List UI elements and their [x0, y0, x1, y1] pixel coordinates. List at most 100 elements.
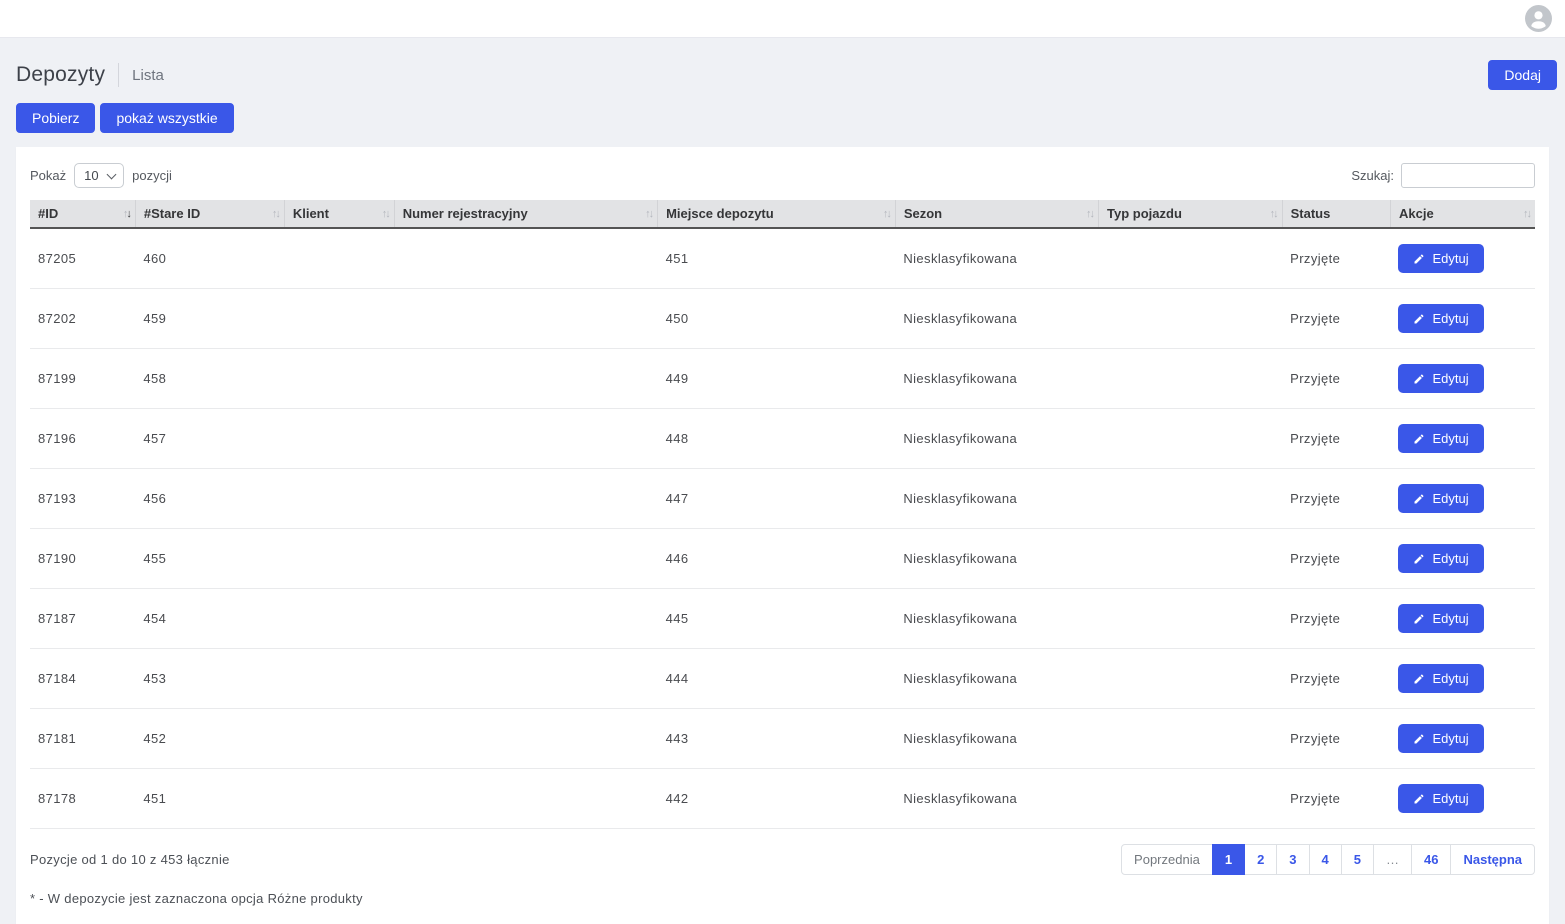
- cell-typ_pojazdu: [1099, 769, 1283, 829]
- cell-id: 87190: [30, 529, 135, 589]
- table-row: 87205460451NiesklasyfikowanaPrzyjęteEdyt…: [30, 228, 1535, 289]
- pagination-ellipsis: …: [1373, 844, 1412, 875]
- cell-stare_id: 458: [135, 349, 284, 409]
- cell-akcje: Edytuj: [1390, 589, 1535, 649]
- table-row: 87190455446NiesklasyfikowanaPrzyjęteEdyt…: [30, 529, 1535, 589]
- cell-typ_pojazdu: [1099, 289, 1283, 349]
- sort-icon: ↑↓: [1086, 208, 1093, 220]
- edit-button[interactable]: Edytuj: [1398, 544, 1483, 573]
- edit-button[interactable]: Edytuj: [1398, 784, 1483, 813]
- cell-numer_rejestracyjny: [394, 529, 657, 589]
- cell-id: 87199: [30, 349, 135, 409]
- page-length-control: Pokaż 10 pozycji: [30, 163, 172, 188]
- cell-typ_pojazdu: [1099, 709, 1283, 769]
- cell-stare_id: 451: [135, 769, 284, 829]
- pagination-previous[interactable]: Poprzednia: [1121, 844, 1213, 875]
- column-label: Typ pojazdu: [1107, 206, 1182, 221]
- cell-numer_rejestracyjny: [394, 649, 657, 709]
- cell-akcje: Edytuj: [1390, 289, 1535, 349]
- column-header-stare_id[interactable]: #Stare ID↑↓: [135, 200, 284, 228]
- footnote: * - W depozycie jest zaznaczona opcja Ró…: [30, 891, 1535, 906]
- cell-sezon: Niesklasyfikowana: [895, 289, 1098, 349]
- cell-klient: [284, 409, 394, 469]
- cell-stare_id: 454: [135, 589, 284, 649]
- cell-miejsce_depozytu: 442: [658, 769, 896, 829]
- page-length-select-wrap: 10: [74, 163, 124, 188]
- cell-status: Przyjęte: [1282, 709, 1390, 769]
- search-input[interactable]: [1401, 163, 1535, 188]
- pagination-page-2[interactable]: 2: [1244, 844, 1277, 875]
- deposits-card: Pokaż 10 pozycji Szukaj: #ID↑↓#Stare ID↑…: [16, 147, 1549, 924]
- user-avatar[interactable]: [1525, 5, 1552, 32]
- edit-button[interactable]: Edytuj: [1398, 484, 1483, 513]
- edit-button[interactable]: Edytuj: [1398, 724, 1483, 753]
- cell-klient: [284, 769, 394, 829]
- pencil-icon: [1413, 733, 1425, 745]
- pagination-page-1[interactable]: 1: [1212, 844, 1245, 875]
- table-header-row: #ID↑↓#Stare ID↑↓Klient↑↓Numer rejestracy…: [30, 200, 1535, 228]
- edit-button[interactable]: Edytuj: [1398, 364, 1483, 393]
- cell-sezon: Niesklasyfikowana: [895, 529, 1098, 589]
- pagination-page-46[interactable]: 46: [1411, 844, 1451, 875]
- sort-icon: ↑↓: [1270, 208, 1277, 220]
- cell-id: 87181: [30, 709, 135, 769]
- add-button[interactable]: Dodaj: [1488, 60, 1557, 90]
- table-footer: Pozycje od 1 do 10 z 453 łącznie Poprzed…: [30, 844, 1535, 875]
- cell-id: 87196: [30, 409, 135, 469]
- cell-stare_id: 459: [135, 289, 284, 349]
- pagination-page-3[interactable]: 3: [1276, 844, 1309, 875]
- cell-typ_pojazdu: [1099, 349, 1283, 409]
- sort-icon: ↑↓: [1523, 208, 1530, 220]
- column-header-typ_pojazdu[interactable]: Typ pojazdu ↑↓: [1099, 200, 1283, 228]
- edit-button[interactable]: Edytuj: [1398, 424, 1483, 453]
- column-header-numer_rejestracyjny[interactable]: Numer rejestracyjny↑↓: [394, 200, 657, 228]
- page-title: Depozyty: [16, 63, 105, 87]
- column-header-id[interactable]: #ID↑↓: [30, 200, 135, 228]
- table-row: 87184453444NiesklasyfikowanaPrzyjęteEdyt…: [30, 649, 1535, 709]
- edit-button-label: Edytuj: [1432, 792, 1468, 805]
- pencil-icon: [1413, 553, 1425, 565]
- cell-stare_id: 457: [135, 409, 284, 469]
- cell-numer_rejestracyjny: [394, 349, 657, 409]
- entries-label: pozycji: [132, 168, 172, 183]
- table-row: 87181452443NiesklasyfikowanaPrzyjęteEdyt…: [30, 709, 1535, 769]
- cell-id: 87205: [30, 228, 135, 289]
- cell-status: Przyjęte: [1282, 649, 1390, 709]
- column-label: Klient: [293, 206, 329, 221]
- cell-miejsce_depozytu: 448: [658, 409, 896, 469]
- cell-akcje: Edytuj: [1390, 469, 1535, 529]
- table-info: Pozycje od 1 do 10 z 453 łącznie: [30, 852, 230, 867]
- edit-button[interactable]: Edytuj: [1398, 304, 1483, 333]
- show-all-button[interactable]: pokaż wszystkie: [100, 103, 233, 133]
- cell-klient: [284, 469, 394, 529]
- pencil-icon: [1413, 373, 1425, 385]
- pagination-next[interactable]: Następna: [1450, 844, 1535, 875]
- search-control: Szukaj:: [1351, 163, 1535, 188]
- pagination-page-5[interactable]: 5: [1341, 844, 1374, 875]
- pagination-page-4[interactable]: 4: [1309, 844, 1342, 875]
- column-header-akcje[interactable]: Akcje ↑↓: [1390, 200, 1535, 228]
- cell-sezon: Niesklasyfikowana: [895, 709, 1098, 769]
- cell-status: Przyjęte: [1282, 289, 1390, 349]
- breadcrumb: Lista: [132, 67, 164, 84]
- column-header-klient[interactable]: Klient↑↓: [284, 200, 394, 228]
- edit-button[interactable]: Edytuj: [1398, 244, 1483, 273]
- pencil-icon: [1413, 673, 1425, 685]
- column-header-miejsce_depozytu[interactable]: Miejsce depozytu↑↓: [658, 200, 896, 228]
- edit-button[interactable]: Edytuj: [1398, 664, 1483, 693]
- cell-status: Przyjęte: [1282, 228, 1390, 289]
- cell-miejsce_depozytu: 447: [658, 469, 896, 529]
- table-row: 87178451442NiesklasyfikowanaPrzyjęteEdyt…: [30, 769, 1535, 829]
- sort-icon: ↑↓: [272, 208, 279, 220]
- sort-icon: ↑↓: [645, 208, 652, 220]
- download-button[interactable]: Pobierz: [16, 103, 95, 133]
- pencil-icon: [1413, 793, 1425, 805]
- cell-status: Przyjęte: [1282, 469, 1390, 529]
- pencil-icon: [1413, 613, 1425, 625]
- page-length-select[interactable]: 10: [74, 163, 124, 188]
- column-header-sezon[interactable]: Sezon↑↓: [895, 200, 1098, 228]
- column-label: #ID: [38, 206, 58, 221]
- column-label: Akcje: [1399, 206, 1434, 221]
- table-row: 87187454445NiesklasyfikowanaPrzyjęteEdyt…: [30, 589, 1535, 649]
- edit-button[interactable]: Edytuj: [1398, 604, 1483, 633]
